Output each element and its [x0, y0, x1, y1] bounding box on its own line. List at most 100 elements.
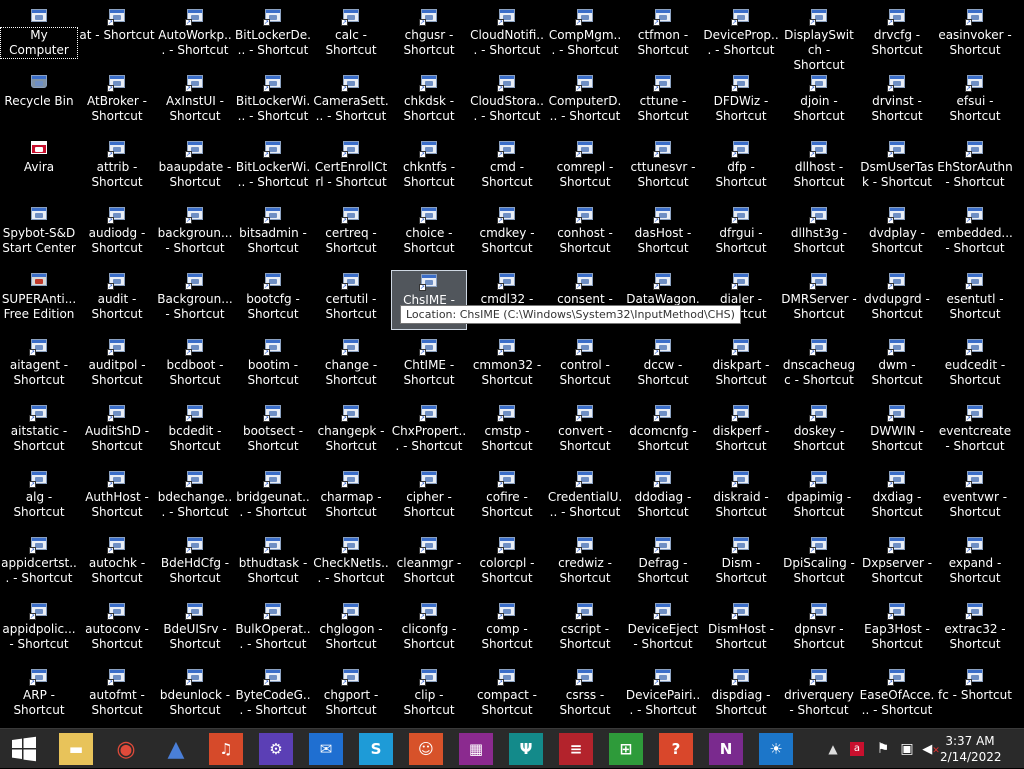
taskbar-onenote-button[interactable]: N: [706, 732, 746, 766]
taskbar-weather-button[interactable]: ☀: [756, 732, 796, 766]
desktop-icon[interactable]: ↗ clip - Shortcut: [391, 666, 467, 726]
desktop-icon[interactable]: ↗ autoconv - Shortcut: [79, 600, 155, 660]
desktop-icon[interactable]: ↗ DFDWiz - Shortcut: [703, 72, 779, 132]
desktop-icon[interactable]: ↗ autochk - Shortcut: [79, 534, 155, 594]
desktop-icon[interactable]: ↗ aitstatic - Shortcut: [1, 402, 77, 462]
tray-avira[interactable]: a: [846, 729, 868, 769]
tray-volume[interactable]: ◀✕: [920, 729, 942, 769]
desktop-icon[interactable]: ↗ drvcfg - Shortcut: [859, 6, 935, 66]
desktop-icon[interactable]: ↗ bootim - Shortcut: [235, 336, 311, 396]
desktop-icon[interactable]: ↗ change - Shortcut: [313, 336, 389, 396]
desktop-icon[interactable]: ↗ dnscacheugc - Shortcut: [781, 336, 857, 396]
taskbar-help-button[interactable]: ?: [656, 732, 696, 766]
desktop-icon[interactable]: ↗ BulkOperat... - Shortcut: [235, 600, 311, 660]
desktop-icon[interactable]: ↗ AuthHost - Shortcut: [79, 468, 155, 528]
desktop-icon[interactable]: ↗ DevicePairi... - Shortcut: [625, 666, 701, 726]
desktop-icon[interactable]: ↗ cmd - Shortcut: [469, 138, 545, 198]
desktop-icon[interactable]: ↗ dwm - Shortcut: [859, 336, 935, 396]
desktop-icon[interactable]: ↗ bridgeunat... - Shortcut: [235, 468, 311, 528]
desktop-icon[interactable]: ↗ conhost - Shortcut: [547, 204, 623, 264]
desktop-icon[interactable]: Spybot-S&D Start Center: [1, 204, 77, 264]
desktop-icon[interactable]: ↗ dvdplay - Shortcut: [859, 204, 935, 264]
tray-network[interactable]: ▣: [896, 729, 918, 769]
desktop-icon[interactable]: ↗ dfrgui - Shortcut: [703, 204, 779, 264]
desktop-icon[interactable]: ↗ DsmUserTask - Shortcut: [859, 138, 935, 198]
desktop-icon[interactable]: ↗ DeviceProp... - Shortcut: [703, 6, 779, 66]
desktop-icon[interactable]: ↗ chgport - Shortcut: [313, 666, 389, 726]
taskbar-settings-button[interactable]: ⚙: [256, 732, 296, 766]
clock[interactable]: 3:37 AM 2/14/2022: [940, 733, 1002, 765]
desktop-icon[interactable]: ↗ CloudNotifi... - Shortcut: [469, 6, 545, 66]
desktop-icon[interactable]: ↗ CompMgm... - Shortcut: [547, 6, 623, 66]
desktop-icon[interactable]: ↗ Dxpserver - Shortcut: [859, 534, 935, 594]
desktop-icon[interactable]: ↗ credwiz - Shortcut: [547, 534, 623, 594]
desktop-icon[interactable]: ↗ compact - Shortcut: [469, 666, 545, 726]
desktop-icon[interactable]: ↗ choice - Shortcut: [391, 204, 467, 264]
desktop-icon[interactable]: ↗ drvinst - Shortcut: [859, 72, 935, 132]
desktop-icon[interactable]: ↗ BdeHdCfg - Shortcut: [157, 534, 233, 594]
desktop-icon[interactable]: ↗ csrss - Shortcut: [547, 666, 623, 726]
desktop-icon[interactable]: ↗ cttunesvr - Shortcut: [625, 138, 701, 198]
desktop-icon[interactable]: ↗ cttune - Shortcut: [625, 72, 701, 132]
taskbar-file-explorer-button[interactable]: ▬: [56, 732, 96, 766]
desktop-icon[interactable]: ↗ chkntfs - Shortcut: [391, 138, 467, 198]
desktop-icon[interactable]: ↗ diskpart - Shortcut: [703, 336, 779, 396]
desktop-icon[interactable]: ↗ DisplaySwitch - Shortcut: [781, 6, 857, 72]
desktop-icon[interactable]: ↗ baaupdate - Shortcut: [157, 138, 233, 198]
desktop-icon[interactable]: ↗ bcdedit - Shortcut: [157, 402, 233, 462]
desktop-icon[interactable]: ↗ ddodiag - Shortcut: [625, 468, 701, 528]
desktop-icon[interactable]: ↗ chglogon - Shortcut: [313, 600, 389, 660]
desktop-icon[interactable]: ↗ charmap - Shortcut: [313, 468, 389, 528]
taskbar-store-button[interactable]: ⊞: [606, 732, 646, 766]
desktop-icon[interactable]: ↗ bdeunlock - Shortcut: [157, 666, 233, 726]
desktop-icon[interactable]: ↗ convert - Shortcut: [547, 402, 623, 462]
desktop-icon[interactable]: ↗ dfp - Shortcut: [703, 138, 779, 198]
desktop-icon[interactable]: ↗ AutoWorkp... - Shortcut: [157, 6, 233, 66]
desktop-icon[interactable]: ↗ DeviceEject - Shortcut: [625, 600, 701, 660]
desktop-icon[interactable]: ↗ cmstp - Shortcut: [469, 402, 545, 462]
desktop-icon[interactable]: Recycle Bin: [1, 72, 77, 132]
desktop-icon[interactable]: ↗ CloudStora... - Shortcut: [469, 72, 545, 132]
desktop-icon[interactable]: ↗ extrac32 - Shortcut: [937, 600, 1013, 660]
desktop-icon[interactable]: SUPERAnti... Free Edition: [1, 270, 77, 330]
desktop-icon[interactable]: ↗ ctfmon - Shortcut: [625, 6, 701, 66]
desktop-icon[interactable]: ↗ cleanmgr - Shortcut: [391, 534, 467, 594]
desktop-icon[interactable]: ↗ dccw - Shortcut: [625, 336, 701, 396]
desktop-icon[interactable]: Avira: [1, 138, 77, 198]
desktop-icon[interactable]: ↗ eventvwr - Shortcut: [937, 468, 1013, 528]
desktop-icon[interactable]: ↗ cofire - Shortcut: [469, 468, 545, 528]
desktop-icon[interactable]: ↗ certreq - Shortcut: [313, 204, 389, 264]
desktop-icon[interactable]: ↗ bdechange... - Shortcut: [157, 468, 233, 528]
desktop-icon[interactable]: ↗ comp - Shortcut: [469, 600, 545, 660]
desktop-icon[interactable]: ↗ comrepl - Shortcut: [547, 138, 623, 198]
desktop-icon[interactable]: ↗ dasHost - Shortcut: [625, 204, 701, 264]
desktop-icon[interactable]: ↗ easinvoker - Shortcut: [937, 6, 1013, 66]
desktop-icon[interactable]: ↗ aitagent - Shortcut: [1, 336, 77, 396]
desktop-icon[interactable]: ↗ AxInstUI - Shortcut: [157, 72, 233, 132]
desktop-icon[interactable]: ↗ dpnsvr - Shortcut: [781, 600, 857, 660]
start-button[interactable]: [4, 732, 44, 766]
desktop-icon[interactable]: ↗ ByteCodeG... - Shortcut: [235, 666, 311, 726]
desktop-icon[interactable]: ↗ diskraid - Shortcut: [703, 468, 779, 528]
desktop-icon[interactable]: ↗ backgroun... - Shortcut: [157, 204, 233, 264]
desktop-icon[interactable]: ↗ DpiScaling - Shortcut: [781, 534, 857, 594]
desktop-icon[interactable]: ↗ dpapimig - Shortcut: [781, 468, 857, 528]
desktop-icon[interactable]: ↗ efsui - Shortcut: [937, 72, 1013, 132]
desktop-icon[interactable]: ↗ ChtIME - Shortcut: [391, 336, 467, 396]
desktop-icon[interactable]: ↗ bthudtask - Shortcut: [235, 534, 311, 594]
desktop-icon[interactable]: ↗ dcomcnfg - Shortcut: [625, 402, 701, 462]
desktop-icon[interactable]: ↗ calc - Shortcut: [313, 6, 389, 66]
desktop-icon[interactable]: ↗ esentutl - Shortcut: [937, 270, 1013, 330]
desktop-icon[interactable]: ↗ CredentialU... - Shortcut: [547, 468, 623, 528]
desktop-icon[interactable]: ↗ audiodg - Shortcut: [79, 204, 155, 264]
desktop-icon[interactable]: ↗ AuditShD - Shortcut: [79, 402, 155, 462]
desktop-icon[interactable]: ↗ BdeUISrv - Shortcut: [157, 600, 233, 660]
desktop-icon[interactable]: ↗ colorcpl - Shortcut: [469, 534, 545, 594]
desktop-icon[interactable]: ↗ dllhst3g - Shortcut: [781, 204, 857, 264]
desktop-icon[interactable]: ↗ dllhost - Shortcut: [781, 138, 857, 198]
desktop-icon[interactable]: ↗ dispdiag - Shortcut: [703, 666, 779, 726]
taskbar-shape-app-button[interactable]: ▲: [156, 732, 196, 766]
desktop-icon[interactable]: ↗ control - Shortcut: [547, 336, 623, 396]
desktop-icon[interactable]: ↗ driverquery - Shortcut: [781, 666, 857, 726]
show-hidden-icons-button[interactable]: ▲: [826, 729, 840, 769]
